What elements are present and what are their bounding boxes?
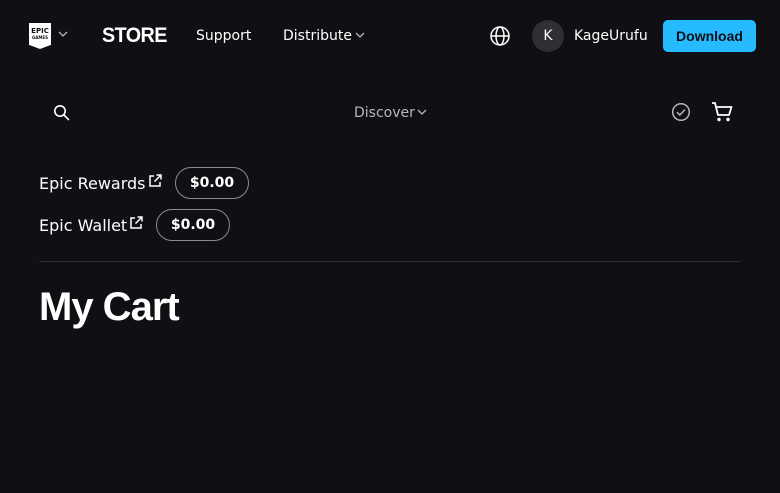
logo-text-bottom: GAMES (32, 35, 48, 40)
chevron-down-icon[interactable] (355, 31, 365, 39)
download-button[interactable]: Download (663, 20, 756, 52)
avatar[interactable]: K (532, 20, 564, 52)
search-icon[interactable] (53, 104, 70, 121)
username-label[interactable]: KageUrufu (574, 28, 648, 44)
page-title: My Cart (39, 285, 180, 329)
nav-support-link[interactable]: Support (196, 28, 251, 44)
nav-distribute-link[interactable]: Distribute (283, 28, 352, 44)
divider (39, 261, 741, 262)
cart-icon[interactable] (710, 101, 734, 123)
chevron-down-icon[interactable] (417, 108, 427, 116)
external-link-icon[interactable] (147, 173, 163, 189)
epic-wallet-label[interactable]: Epic Wallet (39, 217, 127, 235)
chevron-down-icon[interactable] (58, 30, 68, 38)
external-link-icon[interactable] (128, 215, 144, 231)
logo-text-top: EPIC (31, 27, 49, 35)
top-navigation-bar: EPIC GAMES STORE Support Distribute K Ka… (0, 0, 780, 72)
wallet-balance-badge: $0.00 (156, 209, 230, 241)
epic-games-logo[interactable]: EPIC GAMES (29, 23, 51, 49)
globe-icon[interactable] (488, 24, 512, 48)
check-circle-icon[interactable] (671, 102, 691, 122)
epic-rewards-label[interactable]: Epic Rewards (39, 175, 146, 193)
rewards-balance-badge: $0.00 (175, 167, 249, 199)
store-wordmark[interactable]: STORE (102, 25, 167, 47)
discover-menu[interactable]: Discover (354, 105, 415, 121)
